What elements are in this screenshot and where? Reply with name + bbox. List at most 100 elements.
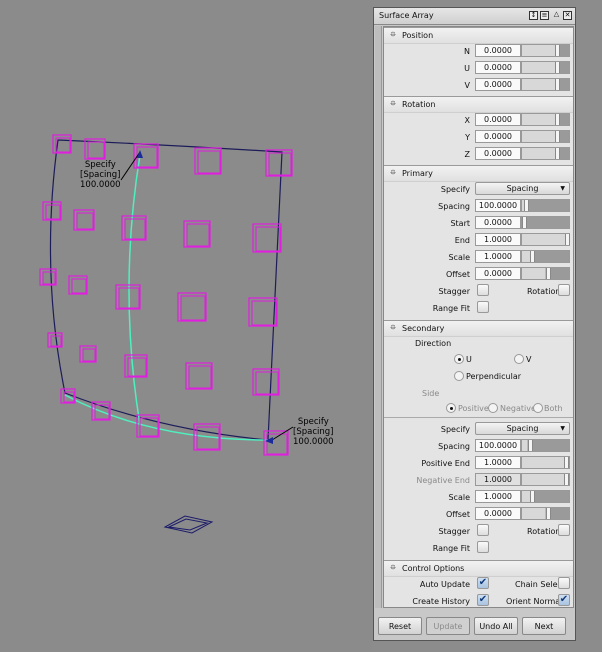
section-primary[interactable]: ⯐ Primary	[384, 165, 573, 182]
section-control-options[interactable]: ⯐ Control Options	[384, 560, 573, 577]
positive-end-input[interactable]: 1.0000	[475, 456, 521, 469]
section-title: Secondary	[402, 324, 445, 333]
radio-label: V	[526, 355, 532, 364]
array-instance	[121, 215, 147, 241]
primary-stagger-checkbox[interactable]	[477, 284, 489, 296]
secondary-scale-slider[interactable]	[521, 490, 570, 503]
field-label: Y	[465, 133, 470, 142]
array-instance-inner	[255, 226, 281, 252]
orient-normals-checkbox[interactable]: ✔	[558, 594, 570, 606]
negative-end-slider[interactable]	[521, 473, 570, 486]
y-input[interactable]: 0.0000	[475, 130, 521, 143]
section-title: Rotation	[402, 100, 436, 109]
array-instance	[248, 297, 278, 327]
side-both-radio[interactable]	[533, 403, 543, 413]
secondary-stagger-checkbox[interactable]	[477, 524, 489, 536]
section-title: Control Options	[402, 564, 465, 573]
panel-scrollbar[interactable]	[375, 26, 382, 608]
primary-spacing-input[interactable]: 100.0000	[475, 199, 521, 212]
array-instance	[177, 292, 207, 322]
section-rotation[interactable]: ⯐ Rotation	[384, 96, 573, 113]
primary-offset-input[interactable]: 0.0000	[475, 267, 521, 280]
section-toggle-icon: ⯐	[390, 99, 396, 108]
stagger-label: Stagger	[438, 287, 470, 296]
dropdown-value: Spacing	[506, 424, 539, 433]
update-button[interactable]: Update	[426, 617, 470, 635]
array-instance-inner	[76, 212, 94, 230]
u-slider[interactable]	[521, 61, 570, 74]
side-label: Side	[422, 389, 440, 398]
create-history-label: Create History	[412, 597, 470, 606]
primary-specify-dropdown[interactable]: Spacing ▼	[475, 182, 570, 195]
section-toggle-icon: ⯐	[390, 30, 396, 39]
divider	[384, 417, 573, 418]
secondary-offset-slider[interactable]	[521, 507, 570, 520]
annotation-line: 100.0000	[80, 180, 121, 190]
field-label: Scale	[448, 253, 470, 262]
primary-start-slider[interactable]	[521, 216, 570, 229]
x-input[interactable]: 0.0000	[475, 113, 521, 126]
u-input[interactable]: 0.0000	[475, 61, 521, 74]
auto-update-checkbox[interactable]: ✔	[477, 577, 489, 589]
create-history-checkbox[interactable]: ✔	[477, 594, 489, 606]
section-secondary[interactable]: ⯐ Secondary	[384, 320, 573, 337]
chain-select-checkbox[interactable]	[558, 577, 570, 589]
x-slider[interactable]	[521, 113, 570, 126]
primary-spacing-annotation: Specify [Spacing] 100.0000	[80, 160, 121, 190]
negative-end-input[interactable]: 1.0000	[475, 473, 521, 486]
field-label: Specify	[440, 185, 470, 194]
direction-perpendicular-radio[interactable]	[454, 371, 464, 381]
field-u: U 0.0000	[384, 61, 573, 76]
primary-guide-curve	[128, 154, 141, 426]
3d-viewport[interactable]: Specify [Spacing] 100.0000 Specify [Spac…	[0, 0, 372, 650]
annotation-line: Specify	[297, 417, 329, 427]
array-instance	[39, 268, 57, 286]
section-title: Primary	[402, 169, 433, 178]
section-position[interactable]: ⯐ Position	[384, 27, 573, 44]
primary-offset-slider[interactable]	[521, 267, 570, 280]
primary-start-input[interactable]: 0.0000	[475, 216, 521, 229]
v-slider[interactable]	[521, 78, 570, 91]
primary-end-slider[interactable]	[521, 233, 571, 246]
direction-u-radio[interactable]	[454, 354, 464, 364]
primary-end-input[interactable]: 1.0000	[475, 233, 521, 246]
secondary-specify-dropdown[interactable]: Spacing ▼	[475, 422, 570, 435]
primary-range-fit-checkbox[interactable]	[477, 301, 489, 313]
side-positive-radio[interactable]	[446, 403, 456, 413]
annotation-line: [Spacing]	[293, 427, 334, 437]
pin-icon[interactable]: ↕	[529, 11, 538, 20]
secondary-scale-input[interactable]: 1.0000	[475, 490, 521, 503]
secondary-offset-input[interactable]: 0.0000	[475, 507, 521, 520]
array-instance	[79, 345, 97, 363]
panel-content: ⯐ Position N 0.0000 U 0.0000 V 0.0000 ⯐ Rotat…	[383, 26, 574, 608]
primary-scale-slider[interactable]	[521, 250, 570, 263]
menu-icon[interactable]: ≡	[540, 11, 549, 20]
v-input[interactable]: 0.0000	[475, 78, 521, 91]
direction-v-radio[interactable]	[514, 354, 524, 364]
stagger-label: Stagger	[438, 527, 470, 536]
close-icon[interactable]: ✕	[563, 11, 572, 20]
z-slider[interactable]	[521, 147, 570, 160]
side-negative-radio[interactable]	[488, 403, 498, 413]
n-slider[interactable]	[521, 44, 570, 57]
undo-all-button[interactable]: Undo All	[474, 617, 518, 635]
field-x: X 0.0000	[384, 113, 573, 128]
primary-spacing-slider[interactable]	[521, 199, 570, 212]
n-input[interactable]: 0.0000	[475, 44, 521, 57]
positive-end-slider[interactable]	[521, 456, 570, 469]
secondary-range-fit-checkbox[interactable]	[477, 541, 489, 553]
array-instance-inner	[188, 365, 212, 389]
secondary-spacing-input[interactable]: 100.0000	[475, 439, 521, 452]
collapse-icon[interactable]: △	[552, 11, 561, 20]
field-label: U	[464, 64, 470, 73]
secondary-rotation-checkbox[interactable]	[558, 524, 570, 536]
origin-marker	[163, 515, 214, 534]
y-slider[interactable]	[521, 130, 570, 143]
primary-scale-input[interactable]: 1.0000	[475, 250, 521, 263]
secondary-spacing-slider[interactable]	[521, 439, 570, 452]
z-input[interactable]: 0.0000	[475, 147, 521, 160]
reset-button[interactable]: Reset	[378, 617, 422, 635]
next-button[interactable]: Next	[522, 617, 566, 635]
array-instance-inner	[251, 300, 277, 326]
primary-rotation-checkbox[interactable]	[558, 284, 570, 296]
